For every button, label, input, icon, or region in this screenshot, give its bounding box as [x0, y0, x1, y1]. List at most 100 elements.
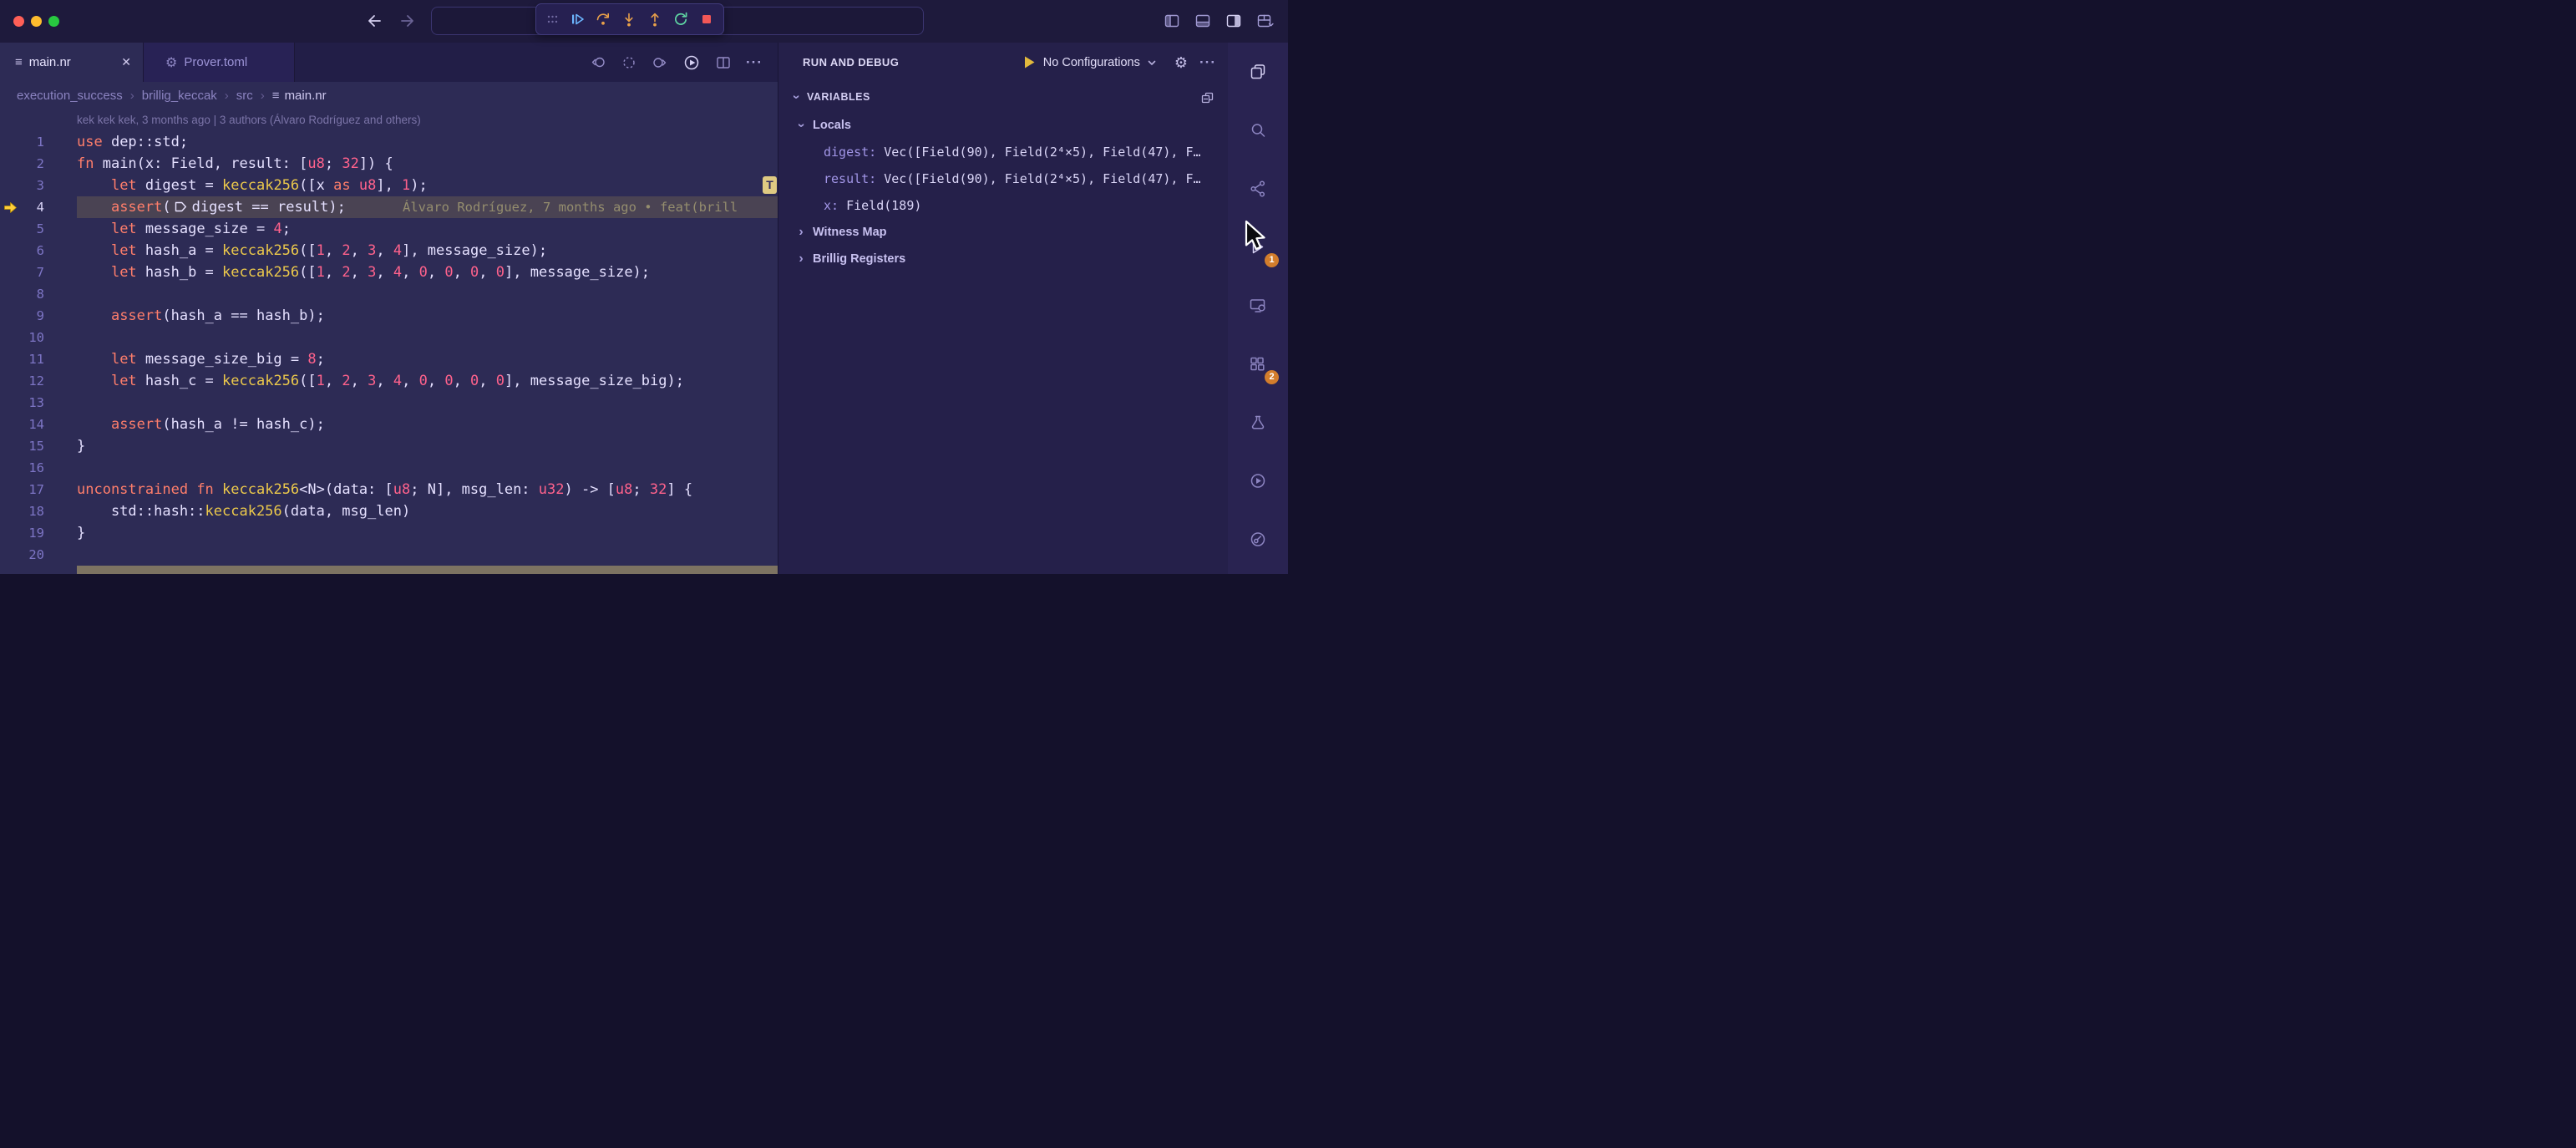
line-content[interactable]: } — [44, 522, 778, 544]
line-content[interactable]: std::hash::keccak256(data, msg_len) — [44, 500, 778, 522]
editor-nav-back-icon[interactable] — [590, 54, 606, 71]
close-tab-icon[interactable]: ✕ — [121, 55, 131, 69]
debug-config-dropdown[interactable]: No Configurations — [1043, 56, 1140, 69]
drag-handle-icon[interactable] — [545, 11, 560, 28]
code-line[interactable]: 6 let hash_a = keccak256([1, 2, 3, 4], m… — [0, 240, 778, 262]
line-content[interactable]: let message_size = 4; — [44, 218, 778, 240]
line-number[interactable]: 6 — [0, 240, 44, 262]
toggle-panel-button[interactable] — [1194, 13, 1211, 29]
editor-more-actions-icon[interactable]: ··· — [746, 54, 763, 71]
code-line[interactable]: 19} — [0, 522, 778, 544]
variable-row[interactable]: x: Field(189) — [778, 192, 1228, 219]
code-line[interactable]: 15} — [0, 435, 778, 457]
line-content[interactable]: let digest = keccak256([x as u8], 1); — [44, 175, 778, 196]
line-content[interactable]: use dep::std; — [44, 131, 778, 153]
line-number[interactable]: 10 — [0, 327, 44, 348]
line-content[interactable] — [44, 283, 778, 305]
line-number[interactable]: 11 — [0, 348, 44, 370]
variables-scope-witness-map[interactable]: ›Witness Map — [778, 219, 1228, 246]
line-number[interactable]: 8 — [0, 283, 44, 305]
line-content[interactable] — [44, 327, 778, 348]
code-line[interactable]: 14 assert(hash_a != hash_c); — [0, 414, 778, 435]
line-content[interactable]: let hash_a = keccak256([1, 2, 3, 4], mes… — [44, 240, 778, 262]
code-line[interactable]: 10 — [0, 327, 778, 348]
activitybar-history[interactable] — [1228, 511, 1288, 569]
line-content[interactable] — [44, 544, 778, 566]
line-content[interactable]: unconstrained fn keccak256<N>(data: [u8;… — [44, 479, 778, 500]
code-line[interactable]: 17unconstrained fn keccak256<N>(data: [u… — [0, 479, 778, 500]
split-editor-button[interactable] — [715, 54, 732, 71]
collapse-all-icon[interactable] — [1200, 90, 1214, 104]
breadcrumb-item[interactable]: execution_success — [17, 89, 123, 103]
code-line[interactable]: 3 let digest = keccak256([x as u8], 1);T — [0, 175, 778, 196]
close-window-button[interactable] — [13, 16, 24, 27]
breadcrumb-item[interactable]: brillig_keccak — [142, 89, 217, 103]
activitybar-remote-explorer[interactable] — [1228, 277, 1288, 335]
line-content[interactable]: let message_size_big = 8; — [44, 348, 778, 370]
line-content[interactable]: assert(hash_a != hash_c); — [44, 414, 778, 435]
line-number[interactable]: 1 — [0, 131, 44, 153]
code-line[interactable]: 9 assert(hash_a == hash_b); — [0, 305, 778, 327]
line-number[interactable]: 3 — [0, 175, 44, 196]
customize-layout-button[interactable] — [1256, 13, 1275, 29]
debug-settings-gear-icon[interactable]: ⚙ — [1174, 55, 1188, 70]
tab-main-nr[interactable]: ≡ main.nr ✕ — [0, 43, 144, 82]
continue-button[interactable] — [569, 11, 586, 28]
line-number[interactable]: 18 — [0, 500, 44, 522]
activitybar-source-control[interactable] — [1228, 160, 1288, 218]
code-line[interactable]: 18 std::hash::keccak256(data, msg_len) — [0, 500, 778, 522]
codelens-blame[interactable]: kek kek kek, 3 months ago | 3 authors (Á… — [77, 109, 778, 131]
variables-section-header[interactable]: › VARIABLES — [778, 82, 1228, 112]
minimize-window-button[interactable] — [31, 16, 42, 27]
breadcrumb-item-file[interactable]: ≡ main.nr — [272, 89, 327, 103]
panel-more-actions-icon[interactable]: ··· — [1199, 54, 1216, 71]
variable-row[interactable]: digest: Vec([Field(90), Field(2⁴×5), Fie… — [778, 139, 1228, 165]
code-line[interactable]: 11 let message_size_big = 8; — [0, 348, 778, 370]
activitybar-explorer[interactable] — [1228, 43, 1288, 101]
step-over-button[interactable] — [595, 11, 611, 28]
line-content[interactable]: let hash_c = keccak256([1, 2, 3, 4, 0, 0… — [44, 370, 778, 392]
editor-circle-icon[interactable] — [621, 54, 637, 71]
line-number[interactable]: 5 — [0, 218, 44, 240]
code-line[interactable]: 20 — [0, 544, 778, 566]
code-line[interactable]: 1use dep::std; — [0, 131, 778, 153]
line-number[interactable]: 15 — [0, 435, 44, 457]
code-line[interactable]: 8 — [0, 283, 778, 305]
line-number[interactable]: 16 — [0, 457, 44, 479]
variables-scope-brillig-registers[interactable]: ›Brillig Registers — [778, 246, 1228, 272]
run-file-button[interactable] — [682, 53, 701, 72]
code-line[interactable]: 13 — [0, 392, 778, 414]
code-line[interactable]: 5 let message_size = 4; — [0, 218, 778, 240]
restart-button[interactable] — [672, 11, 689, 28]
step-into-button[interactable] — [621, 11, 637, 28]
line-number[interactable]: 19 — [0, 522, 44, 544]
chevron-down-icon[interactable] — [1146, 57, 1158, 69]
code-editor[interactable]: kek kek kek, 3 months ago | 3 authors (Á… — [0, 109, 778, 574]
line-content[interactable] — [44, 457, 778, 479]
line-number[interactable]: 13 — [0, 392, 44, 414]
activitybar-testing[interactable] — [1228, 394, 1288, 452]
line-content[interactable]: fn main(x: Field, result: [u8; 32]) { — [44, 153, 778, 175]
code-line[interactable]: 4 assert(digest == result);Álvaro Rodríg… — [0, 196, 778, 218]
start-debugging-button[interactable] — [1023, 55, 1036, 69]
activitybar-search[interactable] — [1228, 101, 1288, 160]
editor-nav-forward-icon[interactable] — [652, 54, 668, 71]
nav-forward-button[interactable] — [398, 12, 416, 30]
breadcrumb-item[interactable]: src — [236, 89, 253, 103]
code-line[interactable]: 7 let hash_b = keccak256([1, 2, 3, 4, 0,… — [0, 262, 778, 283]
line-number[interactable]: 20 — [0, 544, 44, 566]
zoom-window-button[interactable] — [48, 16, 59, 27]
line-number[interactable]: 17 — [0, 479, 44, 500]
code-line[interactable]: 16 — [0, 457, 778, 479]
variables-scope-locals[interactable]: ›Locals — [778, 112, 1228, 139]
line-number[interactable]: 14 — [0, 414, 44, 435]
activitybar-extensions[interactable]: 2 — [1228, 335, 1288, 394]
line-number[interactable]: 12 — [0, 370, 44, 392]
toggle-primary-sidebar-button[interactable] — [1164, 13, 1180, 29]
line-number[interactable]: 9 — [0, 305, 44, 327]
line-content[interactable] — [44, 392, 778, 414]
nav-back-button[interactable] — [366, 12, 384, 30]
activitybar-run-circle[interactable] — [1228, 452, 1288, 511]
toggle-secondary-sidebar-button[interactable] — [1225, 13, 1242, 29]
line-number[interactable]: 7 — [0, 262, 44, 283]
